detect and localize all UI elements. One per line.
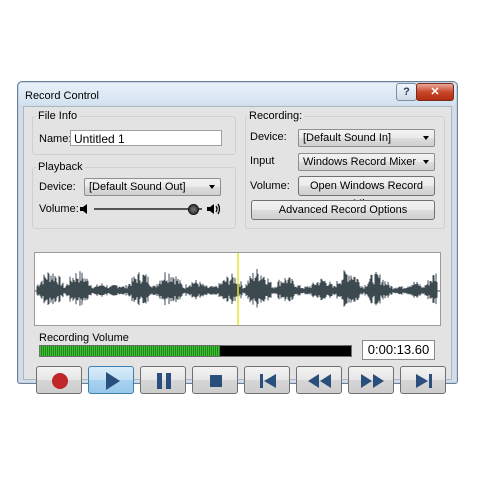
stop-icon	[210, 375, 222, 387]
help-button[interactable]: ?	[396, 83, 417, 101]
close-button[interactable]: ✕	[416, 83, 454, 101]
name-label: Name:	[39, 133, 72, 145]
recording-device-label: Device:	[250, 131, 287, 143]
file-info-label: File Info	[36, 110, 80, 122]
open-record-mixer-button[interactable]: Open Windows Record Mixer	[298, 176, 435, 210]
waveform-display[interactable]	[34, 252, 441, 326]
skip-start-icon	[260, 374, 276, 388]
waveform-signal	[36, 269, 438, 308]
speaker-low-icon	[80, 204, 87, 214]
recording-label: Recording:	[247, 110, 305, 122]
chevron-down-icon	[423, 160, 429, 164]
play-button[interactable]	[88, 366, 134, 394]
pause-button[interactable]	[140, 366, 186, 394]
fast-forward-button[interactable]	[348, 366, 394, 394]
time-display: 0:00:13.60	[362, 340, 435, 360]
fast-forward-icon	[361, 374, 384, 388]
play-icon	[106, 372, 120, 390]
close-icon: ✕	[430, 86, 440, 98]
recording-volume-meter-label: Recording Volume	[39, 332, 129, 344]
recording-device-value: [Default Sound In]	[303, 132, 392, 144]
rewind-button[interactable]	[296, 366, 342, 394]
stop-button[interactable]	[192, 366, 238, 394]
recording-input-value: Windows Record Mixer	[303, 156, 417, 168]
title-bar: Record Control ? ✕	[18, 82, 457, 106]
client-area: File Info Name: Untitled 1 Playback Devi…	[23, 106, 452, 394]
waveform-graph	[35, 253, 440, 325]
recording-input-label: Input	[250, 155, 275, 167]
record-control-window: Record Control ? ✕ File Info Name: Untit…	[17, 81, 458, 394]
pause-icon	[157, 373, 171, 389]
advanced-record-options-button[interactable]: Advanced Record Options	[251, 200, 435, 220]
chevron-down-icon	[423, 136, 429, 140]
skip-end-icon	[416, 374, 432, 388]
chevron-down-icon	[209, 185, 215, 189]
rewind-icon	[308, 374, 331, 388]
record-icon	[52, 373, 68, 389]
playback-device-value: [Default Sound Out]	[89, 181, 186, 193]
playback-label: Playback	[36, 161, 85, 173]
slider-thumb[interactable]	[188, 204, 199, 215]
slider-track	[94, 208, 202, 210]
playback-volume-slider[interactable]	[94, 203, 202, 215]
recording-volume-meter	[39, 345, 352, 357]
recording-device-select[interactable]: [Default Sound In]	[298, 129, 435, 147]
playback-group	[32, 167, 236, 229]
recording-input-select[interactable]: Windows Record Mixer	[298, 153, 435, 171]
name-input[interactable]: Untitled 1	[70, 130, 222, 146]
recording-volume-level	[40, 346, 221, 356]
playback-volume-label: Volume:	[39, 203, 79, 215]
window-title: Record Control	[25, 90, 99, 102]
playback-device-label: Device:	[39, 181, 76, 193]
speaker-high-icon	[207, 203, 221, 215]
go-to-start-button[interactable]	[244, 366, 290, 394]
playback-device-select[interactable]: [Default Sound Out]	[84, 178, 221, 196]
help-icon: ?	[403, 86, 410, 98]
go-to-end-button[interactable]	[400, 366, 446, 394]
recording-volume-label: Volume:	[250, 180, 290, 192]
record-button[interactable]	[36, 366, 82, 394]
